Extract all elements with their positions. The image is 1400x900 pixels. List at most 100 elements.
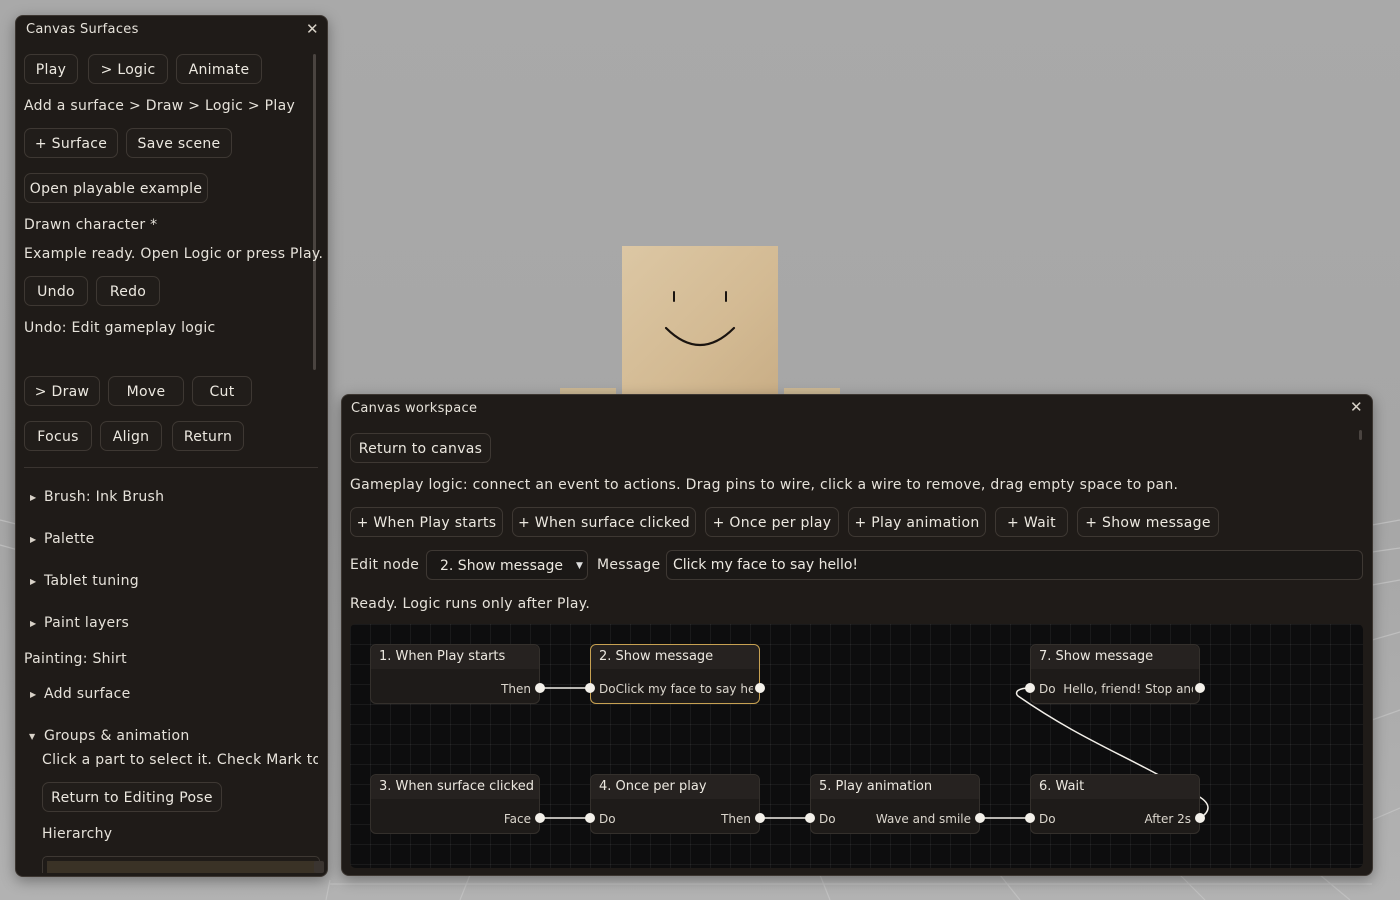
node-when-play-starts[interactable]: 1. When Play starts Then: [370, 644, 540, 704]
groups-hint: Click a part to select it. Check Mark to…: [42, 752, 318, 768]
pin-node3-out[interactable]: [535, 813, 545, 823]
add-wait-button[interactable]: + Wait: [995, 507, 1068, 537]
section-tablet-tuning[interactable]: Tablet tuning: [44, 573, 139, 589]
undo-status: Undo: Edit gameplay logic: [24, 320, 216, 336]
panel-bottom-scroll[interactable]: [314, 861, 324, 873]
chevron-down-icon: ▼: [576, 561, 583, 571]
add-play-animation-button[interactable]: + Play animation: [848, 507, 986, 537]
canvas-surfaces-panel: Canvas Surfaces ✕ Play > Logic Animate A…: [15, 15, 328, 877]
workspace-scrollbar[interactable]: [1359, 430, 1362, 440]
workspace-title: Canvas workspace: [351, 401, 478, 416]
add-surface-button[interactable]: + Surface: [24, 128, 118, 158]
return-editing-pose-button[interactable]: Return to Editing Pose: [42, 782, 222, 812]
cut-tool-button[interactable]: Cut: [192, 376, 252, 406]
pin-node4-in[interactable]: [585, 813, 595, 823]
collapsed-triangle-icon[interactable]: ▶: [30, 577, 36, 586]
painting-label: Painting: Shirt: [24, 651, 127, 667]
node-input-label: Do: [819, 812, 836, 826]
return-to-canvas-button[interactable]: Return to canvas: [350, 433, 491, 463]
collapsed-triangle-icon[interactable]: ▶: [30, 690, 36, 699]
drawn-character-label: Drawn character *: [24, 217, 158, 233]
node-title: 4. Once per play: [591, 775, 759, 799]
pin-node6-in[interactable]: [1025, 813, 1035, 823]
node-once-per-play[interactable]: 4. Once per play Do Then: [590, 774, 760, 834]
node-show-message-2[interactable]: 2. Show message DoClick my face to say h…: [590, 644, 760, 704]
collapsed-triangle-icon[interactable]: ▶: [30, 493, 36, 502]
section-add-surface[interactable]: Add surface: [44, 686, 131, 702]
node-output-label: Then: [501, 682, 531, 696]
message-input[interactable]: Click my face to say hello!: [666, 550, 1363, 580]
node-title: 1. When Play starts: [371, 645, 539, 669]
breadcrumb: Add a surface > Draw > Logic > Play: [24, 98, 296, 114]
message-label: Message: [597, 557, 661, 573]
node-output-label: After 2s: [1144, 812, 1191, 826]
close-icon[interactable]: ✕: [306, 20, 319, 38]
character-face: [664, 291, 736, 347]
node-output-label: Wave and smile: [875, 812, 971, 826]
add-when-play-starts-button[interactable]: + When Play starts: [350, 507, 503, 537]
logic-description: Gameplay logic: connect an event to acti…: [350, 477, 1179, 493]
node-title: 6. Wait: [1031, 775, 1199, 799]
edit-node-label: Edit node: [350, 557, 420, 573]
section-groups-animation[interactable]: Groups & animation: [44, 728, 190, 744]
node-title: 5. Play animation: [811, 775, 979, 799]
pin-node6-out[interactable]: [1195, 813, 1205, 823]
node-input-label: Do: [1039, 812, 1056, 826]
open-example-button[interactable]: Open playable example: [24, 173, 208, 203]
hierarchy-selected-row[interactable]: [47, 861, 315, 873]
pin-node2-out[interactable]: [755, 683, 765, 693]
node-title: 7. Show message: [1031, 645, 1199, 669]
collapsed-triangle-icon[interactable]: ▶: [30, 619, 36, 628]
hierarchy-list[interactable]: [42, 856, 320, 873]
focus-button[interactable]: Focus: [24, 421, 92, 451]
pin-node5-in[interactable]: [805, 813, 815, 823]
logic-button[interactable]: > Logic: [88, 54, 168, 84]
pin-node7-out[interactable]: [1195, 683, 1205, 693]
move-tool-button[interactable]: Move: [108, 376, 184, 406]
expanded-triangle-icon[interactable]: ▼: [29, 732, 35, 741]
pin-node2-in[interactable]: [585, 683, 595, 693]
node-show-message-7[interactable]: 7. Show message Do Hello, friend! Stop a…: [1030, 644, 1200, 704]
collapsed-triangle-icon[interactable]: ▶: [30, 535, 36, 544]
save-scene-button[interactable]: Save scene: [126, 128, 232, 158]
section-palette[interactable]: Palette: [44, 531, 95, 547]
edit-node-value: 2. Show message: [440, 558, 563, 574]
close-icon[interactable]: ✕: [1350, 398, 1363, 416]
ready-status: Ready. Logic runs only after Play.: [350, 596, 591, 612]
section-paint-layers[interactable]: Paint layers: [44, 615, 129, 631]
node-input-label: DoClick my face to say hel: [599, 682, 753, 696]
edit-node-dropdown[interactable]: 2. Show message: [426, 550, 588, 580]
undo-button[interactable]: Undo: [24, 276, 88, 306]
node-play-animation[interactable]: 5. Play animation Do Wave and smile: [810, 774, 980, 834]
node-title: 2. Show message: [591, 645, 759, 669]
panel-scrollbar[interactable]: [313, 54, 316, 370]
add-when-surface-clicked-button[interactable]: + When surface clicked: [512, 507, 696, 537]
message-input-value: Click my face to say hello!: [673, 557, 859, 573]
logic-graph-canvas[interactable]: 1. When Play starts Then 2. Show message…: [350, 624, 1363, 868]
node-output-label: Then: [721, 812, 751, 826]
hierarchy-label: Hierarchy: [42, 826, 113, 842]
add-show-message-button[interactable]: + Show message: [1077, 507, 1219, 537]
align-button[interactable]: Align: [100, 421, 162, 451]
node-input-label: Do: [599, 812, 616, 826]
add-once-per-play-button[interactable]: + Once per play: [705, 507, 839, 537]
panel-title: Canvas Surfaces: [26, 22, 139, 37]
character-head[interactable]: [622, 246, 778, 394]
node-input-label: Do Hello, friend! Stop and: [1039, 682, 1193, 696]
pin-node1-out[interactable]: [535, 683, 545, 693]
pin-node5-out[interactable]: [975, 813, 985, 823]
node-output-label: Face: [503, 812, 531, 826]
pin-node7-in[interactable]: [1025, 683, 1035, 693]
node-when-surface-clicked[interactable]: 3. When surface clicked Face: [370, 774, 540, 834]
node-wait[interactable]: 6. Wait Do After 2s: [1030, 774, 1200, 834]
return-button[interactable]: Return: [172, 421, 244, 451]
redo-button[interactable]: Redo: [96, 276, 160, 306]
divider: [24, 467, 318, 468]
section-brush[interactable]: Brush: Ink Brush: [44, 489, 164, 505]
pin-node4-out[interactable]: [755, 813, 765, 823]
animate-button[interactable]: Animate: [176, 54, 262, 84]
node-title: 3. When surface clicked: [371, 775, 539, 799]
draw-tool-button[interactable]: > Draw: [24, 376, 100, 406]
play-button[interactable]: Play: [24, 54, 78, 84]
status-text: Example ready. Open Logic or press Play.: [24, 246, 324, 262]
